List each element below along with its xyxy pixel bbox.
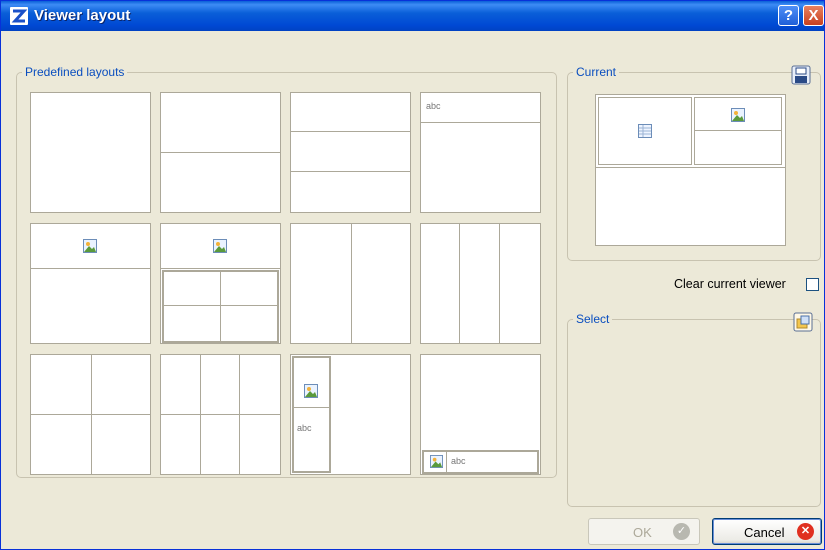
layout-three-columns[interactable] [420,223,541,344]
text-placeholder: abc [451,456,466,466]
ok-button[interactable]: OK ✓ [588,518,700,545]
app-icon [10,7,28,25]
divider [499,224,500,343]
divider [294,407,329,408]
divider [31,414,150,415]
preview-cell-left [598,97,692,165]
divider [291,131,410,132]
divider [220,270,221,343]
close-button[interactable]: X [803,5,824,26]
picture-icon [304,384,318,398]
select-legend: Select [573,312,613,326]
window-title: Viewer layout [34,7,131,24]
picture-icon [213,239,227,253]
divider [446,452,447,472]
picture-icon [83,239,97,253]
divider [161,268,280,269]
open-folder-icon[interactable] [793,312,813,332]
cancel-icon: ✕ [797,523,814,540]
divider [596,167,785,168]
clear-current-viewer-checkbox[interactable] [806,278,819,291]
layout-single[interactable] [30,92,151,213]
divider [162,305,279,306]
table-icon [638,124,652,138]
predefined-layouts-legend: Predefined layouts [22,65,128,79]
side-panel: abc [292,356,331,473]
clear-current-viewer-label: Clear current viewer [674,277,786,291]
layout-image-header-grid[interactable] [160,223,281,344]
help-button[interactable]: ? [778,5,799,26]
picture-icon [430,455,443,468]
check-icon: ✓ [673,523,690,540]
ok-label: OK [633,525,652,540]
divider [291,171,410,172]
viewer-layout-dialog: Viewer layout ? X Predefined layouts abc [0,0,825,550]
layout-text-header[interactable]: abc [420,92,541,213]
layout-side-panel[interactable]: abc [290,354,411,475]
preview-cell-right [694,97,782,165]
layout-two-rows[interactable] [160,92,281,213]
current-legend: Current [573,65,620,79]
caption-bar: abc [422,450,539,474]
layout-image-header[interactable] [30,223,151,344]
current-layout-preview [595,94,786,246]
divider [161,414,280,415]
divider [161,152,280,153]
text-placeholder: abc [426,101,441,111]
cancel-button[interactable]: Cancel ✕ [712,518,822,545]
title-bar[interactable]: Viewer layout ? X [1,1,824,31]
save-icon[interactable] [791,65,811,85]
select-group: Select [567,312,821,507]
divider [31,268,150,269]
divider [695,130,781,131]
layout-three-rows[interactable] [290,92,411,213]
layout-2x2-grid[interactable] [30,354,151,475]
text-placeholder: abc [297,423,312,433]
divider [421,122,540,123]
layout-caption-footer[interactable]: abc [420,354,541,475]
divider [459,224,460,343]
divider [351,224,352,343]
cancel-label: Cancel [744,525,785,540]
layout-two-columns[interactable] [290,223,411,344]
picture-icon [731,108,745,122]
layout-3x2-grid[interactable] [160,354,281,475]
